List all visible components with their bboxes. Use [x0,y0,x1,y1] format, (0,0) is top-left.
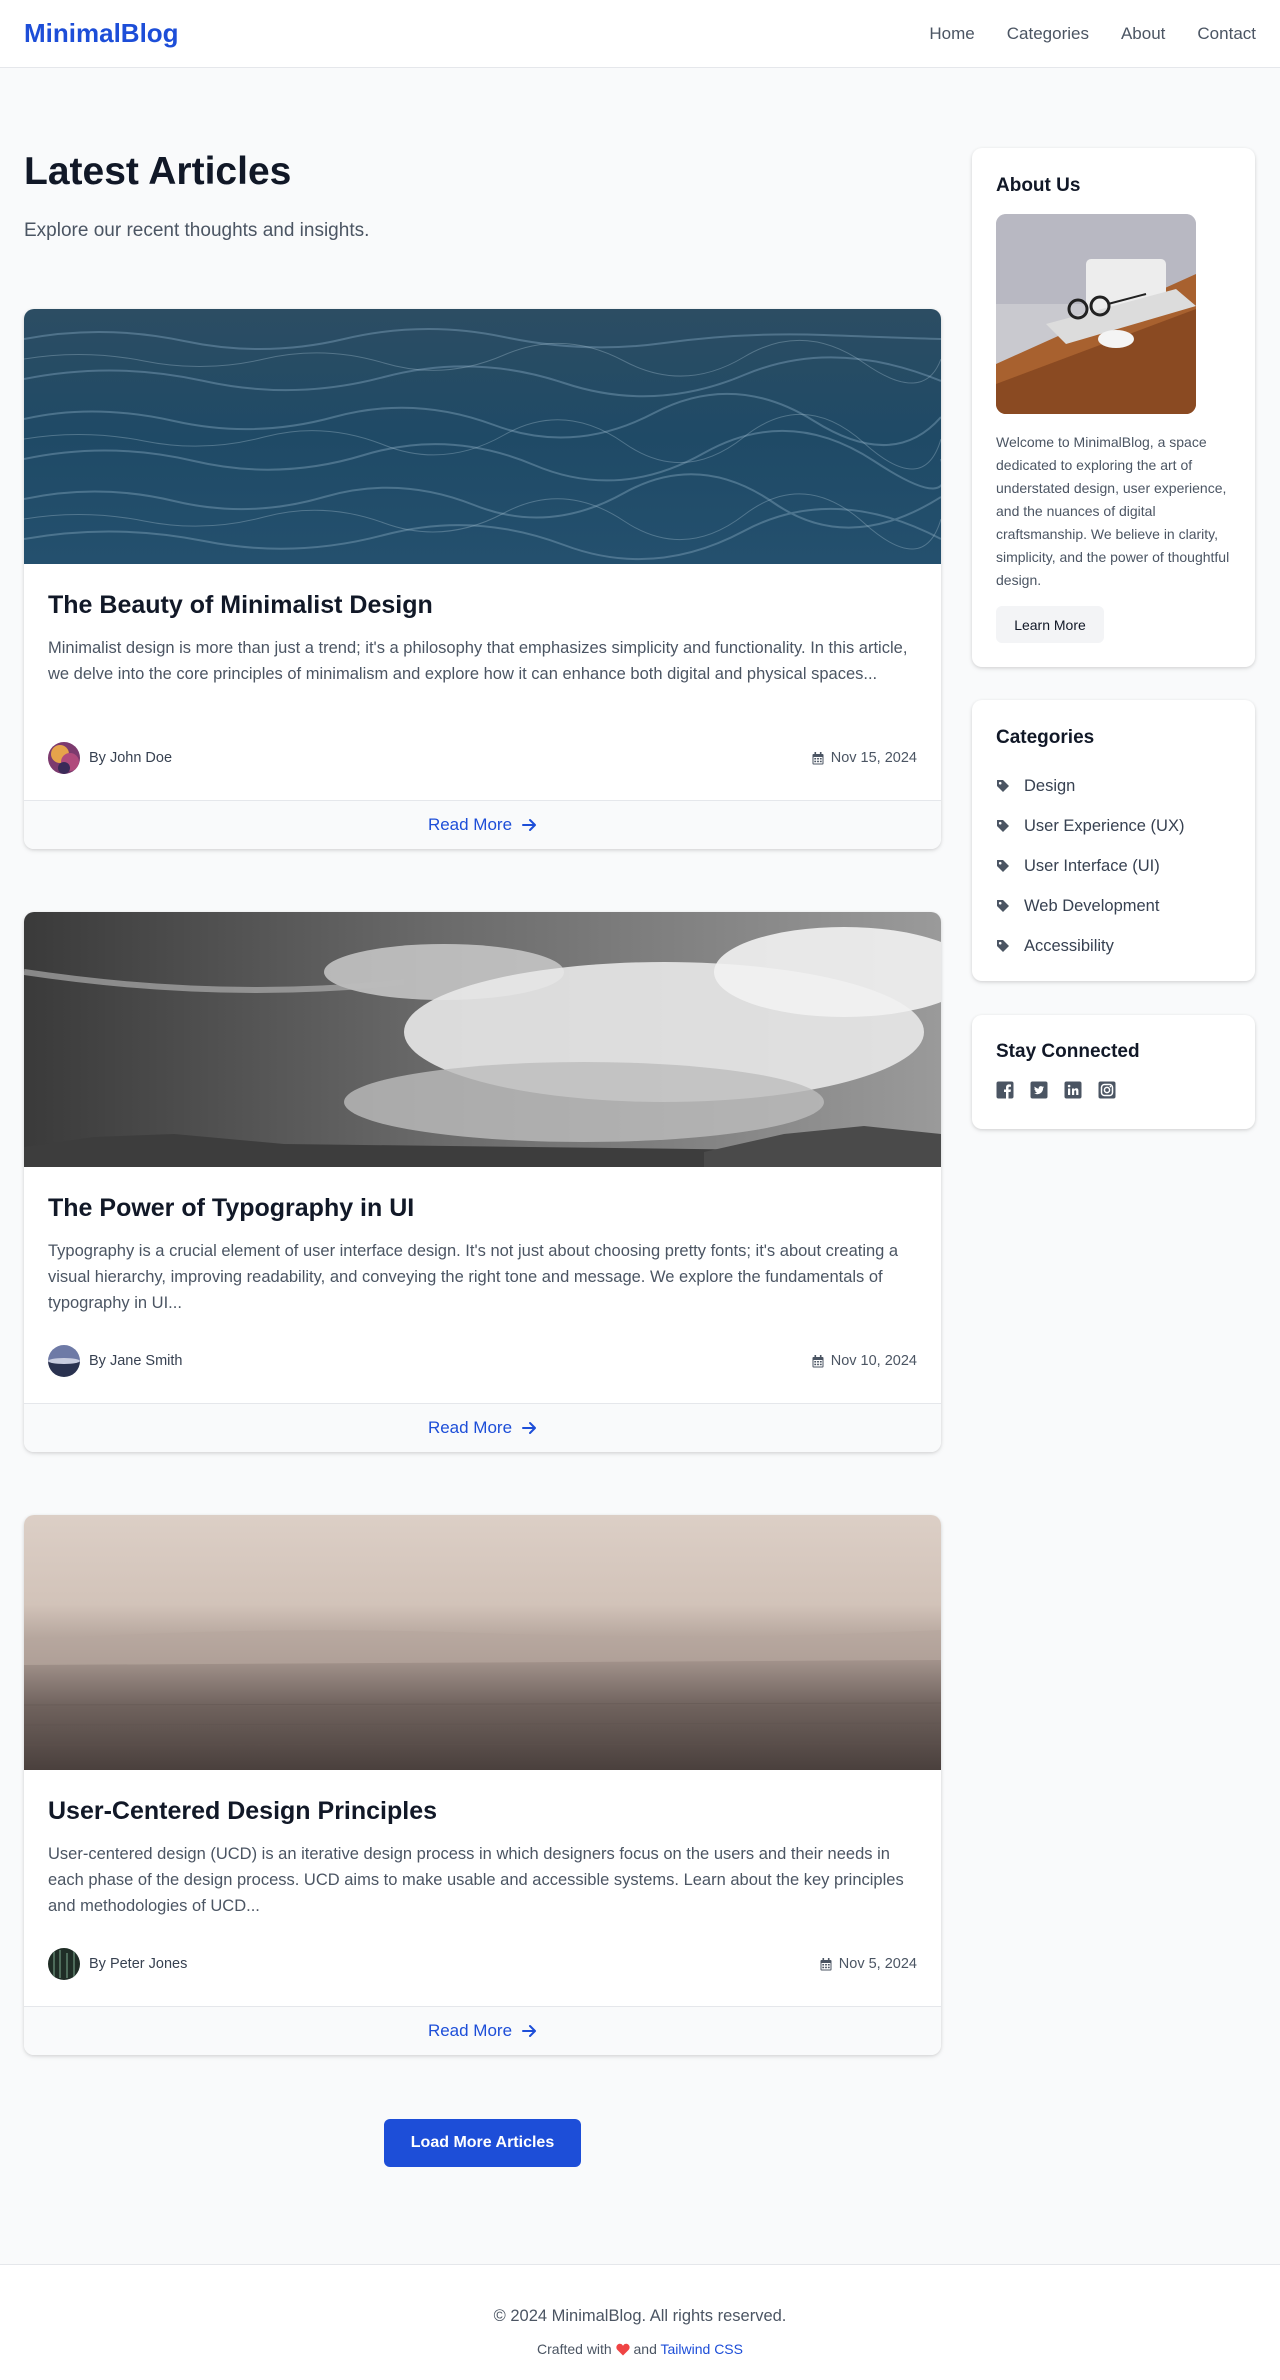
arrow-right-icon [522,2025,537,2037]
category-label: Accessibility [1024,936,1114,955]
article-card: The Power of Typography in UI Typography… [24,912,941,1452]
author-name: By Peter Jones [89,1956,188,1972]
article-title[interactable]: User-Centered Design Principles [48,1797,437,1826]
nav-link-home[interactable]: Home [929,24,974,44]
article-author: By Peter Jones [48,1948,187,1980]
category-item-design[interactable]: Design [996,766,1184,806]
article-excerpt: User-centered design (UCD) is an iterati… [48,1845,904,1915]
article-author: By John Doe [48,742,172,774]
category-item-ui[interactable]: User Interface (UI) [996,846,1184,886]
article-date-text: Nov 5, 2024 [838,1956,917,1972]
category-list: Design User Experience (UX) User Interfa… [996,766,1184,966]
load-more-button[interactable]: Load More Articles [384,2119,581,2167]
page-title: Latest Articles [24,150,292,193]
read-more-link[interactable]: Read More [24,800,941,849]
read-more-label: Read More [427,815,513,834]
article-excerpt: Typography is a crucial element of user … [48,1242,899,1312]
category-label: Design [1024,776,1076,795]
article-card: The Beauty of Minimalist Design Minimali… [24,309,941,849]
linkedin-icon[interactable] [1064,1081,1082,1099]
nav-link-contact[interactable]: Contact [1197,24,1256,44]
copyright-text: © 2024 MinimalBlog. All rights reserved. [493,2307,787,2325]
calendar-icon [812,751,824,764]
site-footer: © 2024 MinimalBlog. All rights reserved.… [0,2264,1280,2380]
category-label: Web Development [1024,896,1160,915]
calendar-icon [820,1957,832,1970]
main-nav: Home Categories About Contact [929,24,1256,44]
twitter-icon[interactable] [1030,1081,1048,1099]
about-text: Welcome to MinimalBlog, a space dedicate… [996,434,1230,588]
learn-more-button[interactable]: Learn More [996,606,1104,643]
nav-link-about[interactable]: About [1121,24,1165,44]
social-title: Stay Connected [996,1041,1140,1062]
article-title[interactable]: The Power of Typography in UI [48,1194,414,1223]
arrow-right-icon [522,1422,537,1434]
article-excerpt: Minimalist design is more than just a tr… [48,639,908,683]
tag-icon [997,900,1009,912]
article-image-water[interactable] [24,309,941,564]
tag-icon [997,820,1009,832]
read-more-label: Read More [427,2021,513,2040]
tag-icon [997,940,1009,952]
category-item-ux[interactable]: User Experience (UX) [996,806,1184,846]
nav-link-categories[interactable]: Categories [1007,24,1089,44]
instagram-icon[interactable] [1098,1081,1116,1099]
arrow-right-icon [522,819,537,831]
article-date-text: Nov 10, 2024 [830,1353,917,1369]
category-item-web-development[interactable]: Web Development [996,886,1184,926]
tag-icon [997,780,1009,792]
author-name: By John Doe [89,750,173,766]
site-logo[interactable]: MinimalBlog [24,18,179,49]
author-name: By Jane Smith [89,1353,183,1369]
category-label: User Experience (UX) [1024,816,1185,835]
category-label: User Interface (UI) [1024,856,1160,875]
read-more-label: Read More [427,1418,513,1437]
avatar [48,1948,80,1980]
article-card: User-Centered Design Principles User-cen… [24,1515,941,2055]
about-widget: About Us Welcome to MinimalBlog, a space… [972,148,1255,667]
avatar [48,1345,80,1377]
calendar-icon [812,1354,824,1367]
about-title: About Us [996,175,1081,196]
social-widget: Stay Connected [972,1015,1255,1129]
article-date: Nov 5, 2024 [820,1956,917,1972]
tag-icon [997,860,1009,872]
site-header: MinimalBlog Home Categories About Contac… [0,0,1280,68]
about-image [996,214,1196,414]
crafted-text: Crafted with and Tailwind CSS [0,2341,1280,2357]
categories-title: Categories [996,727,1095,748]
categories-widget: Categories Design User Experience (UX) U… [972,700,1255,981]
read-more-link[interactable]: Read More [24,2006,941,2055]
article-image-sky[interactable] [24,912,941,1167]
article-author: By Jane Smith [48,1345,183,1377]
read-more-link[interactable]: Read More [24,1403,941,1452]
crafted-prefix: Crafted with [537,2341,612,2357]
article-date-text: Nov 15, 2024 [830,750,917,766]
social-links [996,1081,1116,1099]
page-subtitle: Explore our recent thoughts and insights… [24,220,370,241]
article-date: Nov 10, 2024 [812,1353,917,1369]
tailwind-link[interactable]: Tailwind CSS [661,2341,743,2357]
article-date: Nov 15, 2024 [812,750,917,766]
article-title[interactable]: The Beauty of Minimalist Design [48,591,433,620]
facebook-icon[interactable] [996,1081,1014,1099]
heart-icon [615,2343,630,2356]
crafted-and: and [633,2341,657,2357]
avatar [48,742,80,774]
category-item-accessibility[interactable]: Accessibility [996,926,1184,966]
article-image-fog[interactable] [24,1515,941,1770]
